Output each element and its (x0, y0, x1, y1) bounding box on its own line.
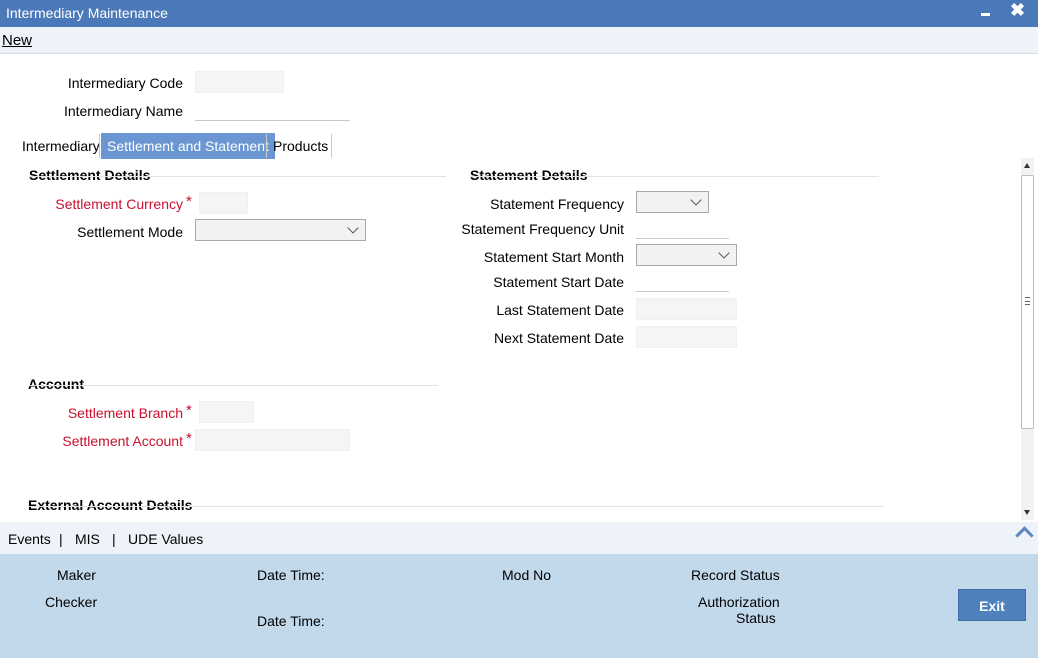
settlement-branch-label: Settlement Branch (67, 405, 183, 421)
chevron-down-icon (348, 223, 360, 235)
intermediary-code-input[interactable] (195, 71, 284, 93)
required-marker: * (186, 402, 192, 419)
grip-icon (1025, 297, 1030, 305)
statement-start-date-label: Statement Start Date (493, 274, 624, 290)
settlement-account-input[interactable] (195, 429, 350, 451)
section-divider (29, 176, 446, 177)
menu-bar (0, 27, 1038, 54)
chevron-down-icon (719, 248, 731, 260)
checker-label: Checker (45, 594, 98, 610)
new-link[interactable]: New (2, 32, 32, 49)
settlement-details-heading: Settlement Details (29, 167, 151, 183)
required-marker: * (186, 430, 192, 447)
section-divider (28, 506, 884, 507)
last-statement-date-label: Last Statement Date (496, 302, 624, 318)
link-separator: | (59, 531, 63, 547)
tab-settlement-and-statement[interactable]: Settlement and Statement (101, 133, 275, 159)
tab-separator (99, 134, 100, 158)
events-link[interactable]: Events (8, 531, 51, 547)
settlement-mode-label: Settlement Mode (77, 224, 183, 240)
next-statement-date-label: Next Statement Date (494, 330, 624, 346)
minimize-icon[interactable] (978, 4, 992, 22)
statement-start-month-select[interactable] (636, 244, 737, 266)
mis-link[interactable]: MIS (75, 531, 100, 547)
section-divider (28, 385, 438, 386)
settlement-currency-label: Settlement Currency (55, 196, 183, 212)
statement-details-heading: Statement Details (470, 167, 588, 183)
tab-intermediary[interactable]: Intermediary (16, 133, 106, 159)
tab-separator (331, 134, 332, 158)
scroll-down-icon[interactable] (1021, 506, 1034, 520)
maker-label: Maker (57, 567, 96, 583)
authorization-status-label-line2: Status (736, 610, 776, 626)
chevron-up-icon[interactable] (1014, 523, 1036, 541)
settlement-mode-select[interactable] (195, 219, 366, 241)
ude-values-link[interactable]: UDE Values (128, 531, 203, 547)
link-separator: | (112, 531, 116, 547)
settlement-branch-input[interactable] (199, 401, 254, 423)
mod-no-label: Mod No (502, 567, 552, 583)
scroll-up-icon[interactable] (1021, 158, 1034, 172)
statement-frequency-unit-input[interactable] (636, 217, 729, 239)
statement-frequency-select[interactable] (636, 191, 709, 213)
settlement-account-label: Settlement Account (62, 433, 183, 449)
checker-date-time-label: Date Time: (257, 613, 325, 629)
next-statement-date-input[interactable] (636, 326, 737, 348)
maker-date-time-label: Date Time: (257, 567, 325, 583)
statement-frequency-unit-label: Statement Frequency Unit (461, 221, 624, 237)
intermediary-name-label: Intermediary Name (63, 103, 183, 119)
account-heading: Account (28, 376, 84, 392)
exit-button[interactable]: Exit (958, 589, 1026, 621)
statement-start-date-input[interactable] (636, 270, 729, 292)
intermediary-name-input[interactable] (195, 99, 350, 121)
statement-frequency-label: Statement Frequency (490, 196, 624, 212)
statement-start-month-label: Statement Start Month (483, 249, 624, 265)
intermediary-code-label: Intermediary Code (67, 75, 183, 91)
external-account-details-heading: External Account Details (28, 497, 193, 513)
required-marker: * (186, 193, 192, 210)
last-statement-date-input[interactable] (636, 298, 737, 320)
record-status-label: Record Status (691, 567, 780, 583)
section-divider (470, 176, 879, 177)
close-icon[interactable]: ✖ (1010, 1, 1025, 19)
settlement-currency-input[interactable] (199, 192, 248, 214)
window-title: Intermediary Maintenance (6, 5, 168, 21)
chevron-down-icon (691, 195, 703, 207)
authorization-status-label: Authorization (698, 594, 780, 610)
tab-products[interactable]: Products (267, 133, 334, 159)
